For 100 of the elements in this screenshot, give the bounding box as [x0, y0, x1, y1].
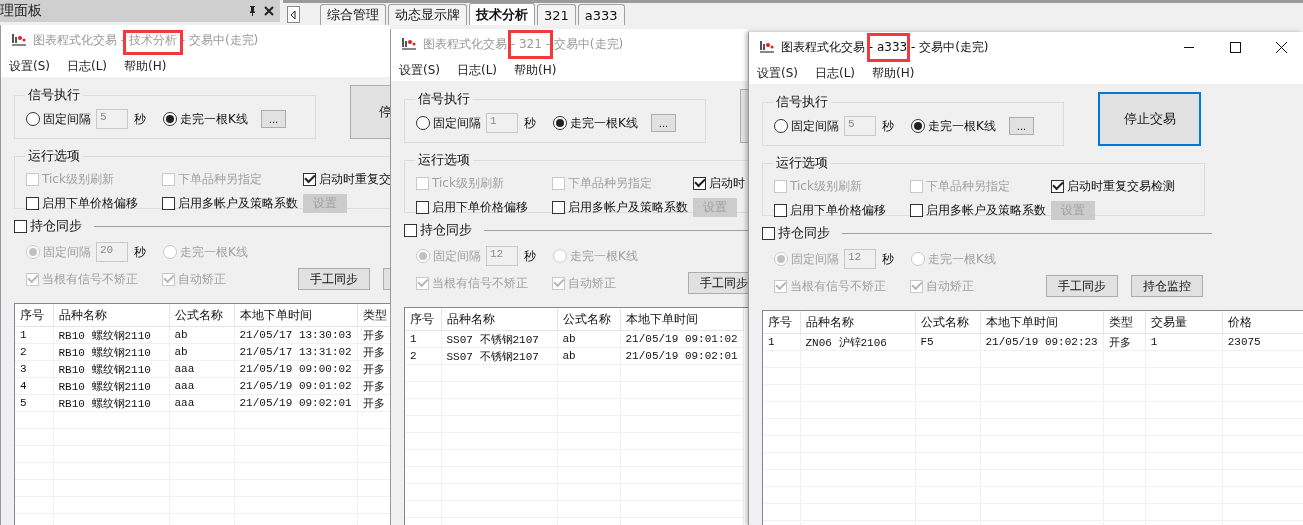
radio-button[interactable]: 固定间隔 — [416, 114, 486, 132]
group-title: 信号执行 — [775, 93, 829, 111]
column-header[interactable]: 序号 — [405, 308, 441, 331]
menu-item[interactable]: 设置(S) — [399, 61, 440, 79]
close-icon[interactable] — [1275, 41, 1287, 53]
menu-item[interactable]: 帮助(H) — [872, 64, 915, 82]
unit-label: 秒 — [524, 247, 537, 265]
menu-item[interactable]: 设置(S) — [757, 64, 798, 82]
column-header[interactable]: 品种名称 — [53, 304, 169, 327]
table-cell: 21/05/19 09:01:02 — [620, 330, 744, 348]
table-cell: 21/05/17 13:31:02 — [234, 343, 358, 361]
menu-item[interactable]: 帮助(H) — [124, 57, 167, 75]
checkbox[interactable]: 启用多帐户及策略系数 — [552, 198, 693, 216]
window-title: 图表程式化交易 - 技术分析 - 交易中(走完) — [33, 31, 259, 49]
table-cell: 21/05/19 09:00:02 — [234, 360, 358, 378]
column-header[interactable]: 本地下单时间 — [234, 304, 358, 327]
table-cell: 5 — [15, 394, 53, 412]
more-button[interactable]: ... — [1009, 117, 1034, 135]
table-cell: 1 — [763, 333, 800, 351]
sync-button[interactable]: 手工同步 — [688, 272, 748, 294]
window-title: 图表程式化交易 - 321 - 交易中(走完) — [423, 35, 624, 53]
menu-item[interactable]: 日志(L) — [815, 64, 856, 82]
column-header[interactable]: 本地下单时间 — [980, 311, 1104, 334]
menu-item[interactable]: 日志(L) — [67, 57, 108, 75]
more-button[interactable]: ... — [651, 114, 676, 132]
table-cell: aaa — [169, 394, 234, 412]
table-cell: 4 — [15, 377, 53, 395]
checkbox[interactable]: 启动时重复交 — [303, 170, 390, 188]
column-header[interactable]: 品种名称 — [800, 311, 915, 334]
column-header[interactable]: 交易量 — [1145, 311, 1223, 334]
app-logo-icon — [401, 36, 417, 52]
menu-item[interactable]: 日志(L) — [457, 61, 498, 79]
table-cell: ZN06 沪锌2106 — [800, 333, 915, 351]
unit-label: 秒 — [524, 114, 537, 132]
checkbox[interactable]: 启动时重复交易检测 — [1051, 177, 1204, 195]
radio-button[interactable]: 走完一根K线 — [911, 117, 1009, 135]
stop-trading-button[interactable]: 停止交易 — [1098, 92, 1201, 146]
column-header[interactable]: 公式名称 — [557, 308, 620, 331]
table-cell: aaa — [169, 360, 234, 378]
table-cell: 2 — [405, 347, 441, 365]
radio-button[interactable]: 走完一根K线 — [553, 114, 651, 132]
menu-item[interactable]: 帮助(H) — [514, 61, 557, 79]
table-cell: 21/05/19 09:02:01 — [620, 347, 744, 365]
checkbox[interactable]: 启用下单价格偏移 — [26, 194, 162, 212]
table-cell: RB10 螺纹钢2110 — [53, 360, 169, 378]
table-cell: ab — [557, 347, 620, 365]
column-header[interactable]: 本地下单时间 — [620, 308, 744, 331]
more-button[interactable]: ... — [261, 110, 286, 128]
group-title: 运行选项 — [775, 154, 829, 172]
checkbox[interactable]: 启用下单价格偏移 — [774, 201, 910, 219]
checkbox[interactable]: 持仓同步 — [14, 217, 82, 235]
column-header[interactable]: 公式名称 — [915, 311, 980, 334]
checkbox[interactable]: 持仓同步 — [762, 224, 830, 242]
table-cell: 23075 — [1222, 333, 1303, 351]
column-header[interactable]: 类型 — [1103, 311, 1146, 334]
checkbox[interactable]: 启用下单价格偏移 — [416, 198, 552, 216]
checkbox[interactable]: 启用多帐户及策略系数 — [910, 201, 1051, 219]
table-cell: ab — [557, 330, 620, 348]
table-cell: 1 — [1145, 333, 1223, 351]
close-icon[interactable] — [264, 6, 274, 16]
tab[interactable]: 动态显示牌 — [388, 4, 467, 25]
table-cell: ab — [169, 326, 234, 344]
unit-label: 秒 — [134, 243, 147, 261]
column-header[interactable]: 公式名称 — [169, 304, 234, 327]
table-cell: 1 — [15, 326, 53, 344]
sync-button[interactable]: 持仓监控 — [1131, 275, 1203, 297]
radio-button[interactable]: 走完一根K线 — [163, 110, 261, 128]
maximize-icon[interactable] — [1229, 41, 1241, 53]
tab[interactable]: 技术分析 — [469, 3, 535, 25]
column-header[interactable]: 序号 — [15, 304, 53, 327]
column-header[interactable]: 价格 — [1222, 311, 1303, 334]
table-cell: 2 — [15, 343, 53, 361]
unit-label: 秒 — [134, 110, 147, 128]
scroll-left-button[interactable] — [287, 6, 300, 23]
tab[interactable]: 321 — [537, 4, 576, 25]
table-cell: 21/05/19 09:01:02 — [234, 377, 358, 395]
panel-title: 理面板 — [0, 2, 43, 20]
radio-button[interactable]: 固定间隔 — [774, 117, 844, 135]
unit-label: 秒 — [882, 250, 895, 268]
app-logo-icon — [11, 32, 27, 48]
table-cell: ab — [169, 343, 234, 361]
sync-button[interactable]: 手工同步 — [1046, 275, 1118, 297]
tab[interactable]: 综合管理 — [320, 4, 386, 25]
checkbox[interactable]: 持仓同步 — [404, 221, 472, 239]
tab[interactable]: a333 — [577, 4, 625, 25]
table-cell: SS07 不锈钢2107 — [441, 330, 557, 348]
group-title: 运行选项 — [27, 147, 81, 165]
radio-button[interactable]: 固定间隔 — [26, 110, 96, 128]
column-header[interactable]: 序号 — [763, 311, 800, 334]
table-cell: RB10 螺纹钢2110 — [53, 343, 169, 361]
menu-item[interactable]: 设置(S) — [9, 57, 50, 75]
pin-icon[interactable] — [247, 5, 258, 17]
sync-button[interactable]: 手工同步 — [298, 268, 370, 290]
table-cell: 21/05/17 13:30:03 — [234, 326, 358, 344]
window-title: 图表程式化交易 - a333 - 交易中(走完) — [781, 38, 989, 56]
column-header[interactable]: 品种名称 — [441, 308, 557, 331]
table-cell: RB10 螺纹钢2110 — [53, 394, 169, 412]
minimize-icon[interactable] — [1184, 46, 1194, 48]
checkbox[interactable]: 启动时 — [693, 174, 748, 192]
checkbox[interactable]: 启用多帐户及策略系数 — [162, 194, 303, 212]
